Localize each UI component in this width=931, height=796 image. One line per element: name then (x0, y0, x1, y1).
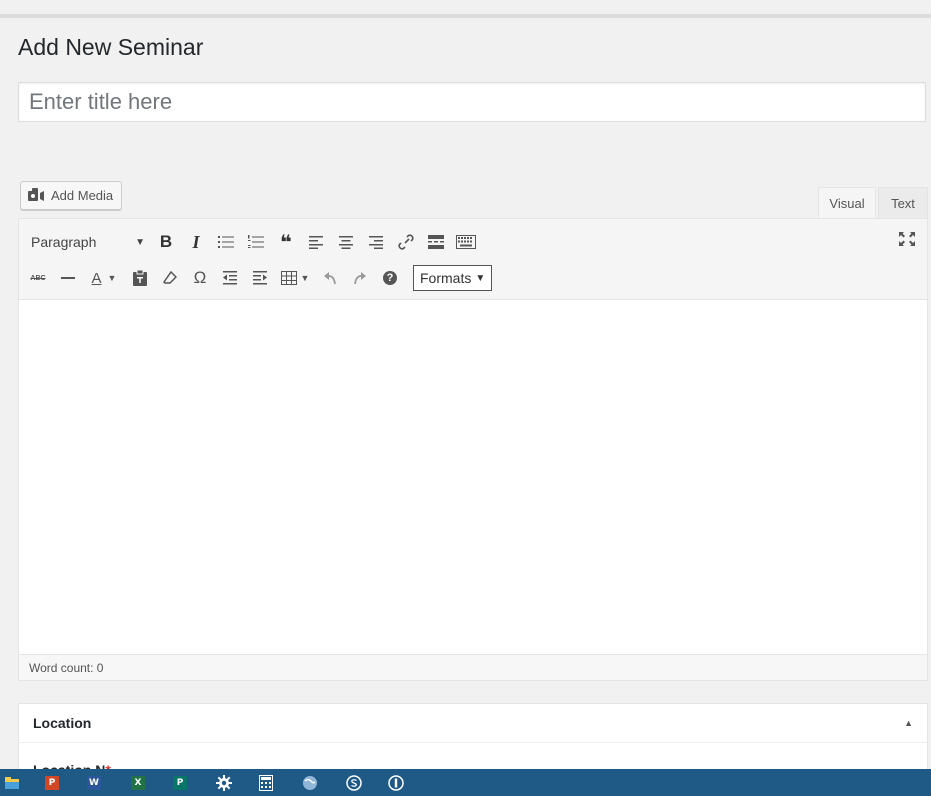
italic-button[interactable]: I (181, 228, 211, 256)
bulleted-list-button[interactable] (211, 228, 241, 256)
format-select-value: Paragraph (31, 234, 97, 250)
clear-formatting-icon (163, 271, 177, 284)
read-more-button[interactable] (421, 228, 451, 256)
redo-icon (354, 272, 366, 285)
collapse-arrow-icon[interactable]: ▲ (904, 718, 913, 728)
toolbar-row-2: ABC A ▼ Ω ▼ ? Formats ▼ (23, 261, 493, 295)
align-left-button[interactable] (301, 228, 331, 256)
help-glyph: ? (386, 272, 394, 284)
formats-dropdown[interactable]: Formats ▼ (413, 265, 493, 291)
bulleted-list-icon (218, 236, 234, 248)
align-right-button[interactable] (361, 228, 391, 256)
chevron-down-icon: ▼ (135, 236, 145, 248)
blockquote-button[interactable]: ❝ (271, 228, 301, 256)
publisher-icon[interactable]: P (170, 773, 190, 793)
read-more-icon (428, 235, 444, 249)
excel-icon[interactable]: X (128, 773, 148, 793)
paste-as-text-button[interactable] (125, 264, 155, 292)
chevron-down-icon: ▼ (107, 273, 117, 283)
chevron-down-icon: ▼ (475, 272, 486, 284)
undo-button[interactable] (315, 264, 345, 292)
word-letter: W (87, 776, 101, 790)
text-color-button[interactable]: A ▼ (83, 264, 125, 292)
word-icon[interactable]: W (84, 773, 104, 793)
add-media-icon (27, 187, 45, 204)
increase-indent-icon (253, 271, 267, 285)
excel-letter: X (131, 776, 145, 790)
location-metabox-title: Location (33, 715, 92, 731)
page-title: Add New Seminar (18, 34, 204, 60)
horizontal-line-icon (61, 277, 75, 279)
format-select[interactable]: Paragraph ▼ (23, 228, 151, 256)
table-icon (280, 271, 297, 285)
horizontal-line-button[interactable] (53, 264, 83, 292)
text-color-icon: A (91, 269, 102, 287)
globe-icon[interactable] (300, 773, 320, 793)
align-right-icon (369, 236, 383, 249)
chevron-down-icon: ▼ (300, 273, 310, 283)
strikethrough-button[interactable]: ABC (23, 264, 53, 292)
tab-visual[interactable]: Visual (818, 187, 876, 219)
align-left-icon (309, 236, 323, 249)
align-center-icon (339, 236, 353, 249)
tab-text[interactable]: Text (878, 187, 928, 219)
taskbar: P W X P (0, 769, 931, 796)
calculator-icon[interactable] (256, 773, 276, 793)
top-divider (0, 14, 931, 18)
toolbar-toggle-button[interactable] (451, 228, 481, 256)
publisher-letter: P (173, 776, 187, 790)
formats-label: Formats (420, 270, 472, 286)
editor-content-area[interactable] (18, 300, 928, 654)
redo-button[interactable] (345, 264, 375, 292)
special-character-icon: Ω (193, 268, 207, 287)
numbered-list-button[interactable] (241, 228, 271, 256)
italic-icon: I (192, 231, 200, 252)
align-center-button[interactable] (331, 228, 361, 256)
increase-indent-button[interactable] (245, 264, 275, 292)
undo-icon (324, 272, 336, 285)
onepassword-icon[interactable] (386, 773, 406, 793)
link-button[interactable] (391, 228, 421, 256)
blockquote-icon: ❝ (280, 231, 292, 254)
decrease-indent-icon (223, 271, 237, 285)
strikethrough-icon: ABC (30, 274, 46, 282)
fullscreen-icon (899, 232, 915, 246)
decrease-indent-button[interactable] (215, 264, 245, 292)
help-icon: ? (383, 271, 397, 285)
tab-text-label: Text (891, 196, 915, 211)
numbered-list-icon (248, 235, 264, 248)
clear-formatting-button[interactable] (155, 264, 185, 292)
powerpoint-icon[interactable]: P (42, 773, 62, 793)
bold-icon: B (159, 232, 173, 251)
help-button[interactable]: ? (375, 264, 405, 292)
location-metabox-header[interactable]: Location ▲ (19, 704, 927, 743)
table-button[interactable]: ▼ (275, 264, 315, 292)
special-character-button[interactable]: Ω (185, 264, 215, 292)
bold-button[interactable]: B (151, 228, 181, 256)
link-icon (398, 234, 414, 250)
paste-as-text-icon (133, 270, 147, 286)
toolbar-row-1: Paragraph ▼ B I ❝ (23, 225, 481, 259)
settings-icon[interactable] (214, 773, 234, 793)
tab-visual-label: Visual (829, 196, 865, 211)
editor-status-bar: Word count: 0 (18, 654, 928, 681)
word-count: Word count: 0 (29, 660, 104, 675)
fullscreen-button[interactable] (895, 227, 919, 251)
powerpoint-letter: P (45, 776, 59, 790)
title-input[interactable] (18, 82, 926, 122)
editor-toolbar: Paragraph ▼ B I ❝ ABC A ▼ Ω ▼ ? Formats … (18, 218, 928, 300)
skype-icon[interactable] (344, 773, 364, 793)
add-media-button[interactable]: Add Media (20, 181, 123, 210)
file-explorer-icon[interactable] (2, 773, 22, 793)
add-media-label: Add Media (51, 188, 114, 203)
toolbar-toggle-icon (456, 235, 476, 249)
